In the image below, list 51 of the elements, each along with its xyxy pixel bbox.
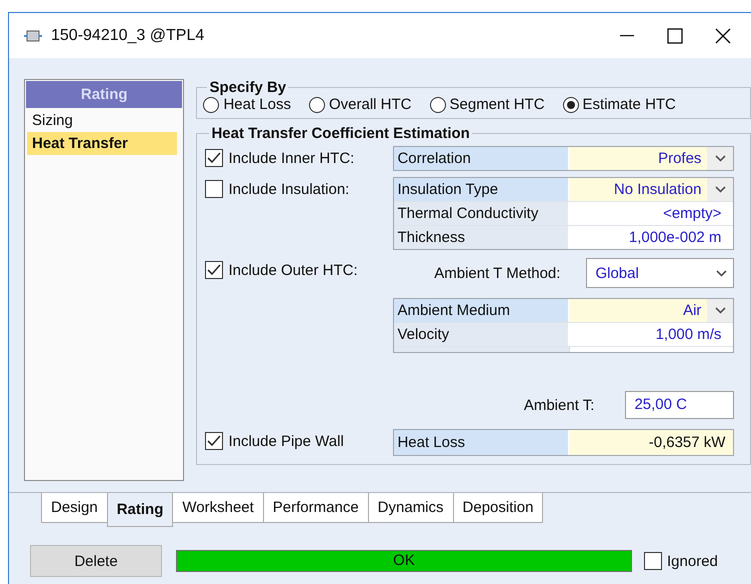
tab[interactable]: Performance (262, 493, 369, 523)
group-title: Specify By (208, 79, 288, 96)
property-label: Velocity (394, 323, 570, 346)
input-field[interactable]: 25,00 C (625, 391, 734, 419)
dropdown-button[interactable] (707, 178, 734, 201)
checkbox[interactable]: Include Insulation: (205, 177, 394, 201)
check-icon (207, 152, 222, 164)
dropdown-button[interactable] (707, 299, 734, 322)
delete-button[interactable]: Delete (30, 545, 162, 577)
chevron-down-icon (714, 155, 726, 162)
field-label: Ambient T Method: (434, 264, 560, 282)
sidebar-item[interactable]: Heat Transfer (27, 132, 178, 155)
chevron-down-icon (716, 270, 728, 276)
tab[interactable]: Design (41, 493, 108, 523)
property-label: Ambient Medium (394, 299, 570, 322)
property-label: Insulation Type (394, 178, 570, 201)
pipe-icon (23, 28, 43, 42)
radio-option[interactable]: Estimate HTC (562, 96, 676, 113)
method-dropdown[interactable]: Global (586, 258, 734, 288)
property-value: -0,6357 kW (569, 430, 734, 455)
radio-option[interactable]: Segment HTC (430, 96, 545, 113)
sidebar-header: Rating (26, 81, 182, 108)
sidebar-item[interactable]: Sizing (27, 109, 178, 132)
status-bar: OK (176, 550, 632, 572)
radio-option[interactable]: Heat Loss (203, 96, 291, 113)
field-label: Ambient T: (524, 396, 594, 414)
group-title: Heat Transfer Coefficient Estimation (210, 125, 471, 142)
tab[interactable]: Dynamics (368, 493, 454, 523)
minimize-icon (620, 34, 634, 36)
checkbox[interactable]: Include Inner HTC: (205, 146, 394, 170)
radio-option[interactable]: Overall HTC (308, 96, 412, 113)
maximize-icon (667, 28, 683, 44)
checkbox[interactable]: Ignored (644, 552, 718, 570)
checkbox[interactable]: Include Outer HTC: (205, 258, 394, 282)
dropdown-button[interactable] (707, 147, 734, 170)
checkbox[interactable]: Include Pipe Wall (205, 429, 394, 453)
property-label: Correlation (394, 147, 570, 170)
dropdown-value[interactable]: Air (569, 299, 708, 322)
chevron-down-icon (714, 307, 726, 314)
tab[interactable]: Deposition (452, 493, 544, 523)
window-title: 150-94210_3 @TPL4 (51, 26, 206, 44)
property-label: Thermal Conductivity (394, 202, 570, 225)
tab[interactable]: Worksheet (172, 493, 264, 523)
check-icon (207, 435, 222, 447)
dropdown-value[interactable]: No Insulation (569, 178, 708, 201)
check-icon (207, 264, 222, 276)
property-label: Thickness (394, 226, 570, 249)
dropdown-value[interactable]: Profes (569, 147, 708, 170)
close-icon (715, 28, 731, 44)
chevron-down-icon (714, 186, 726, 193)
property-label: Heat Loss (394, 430, 570, 455)
